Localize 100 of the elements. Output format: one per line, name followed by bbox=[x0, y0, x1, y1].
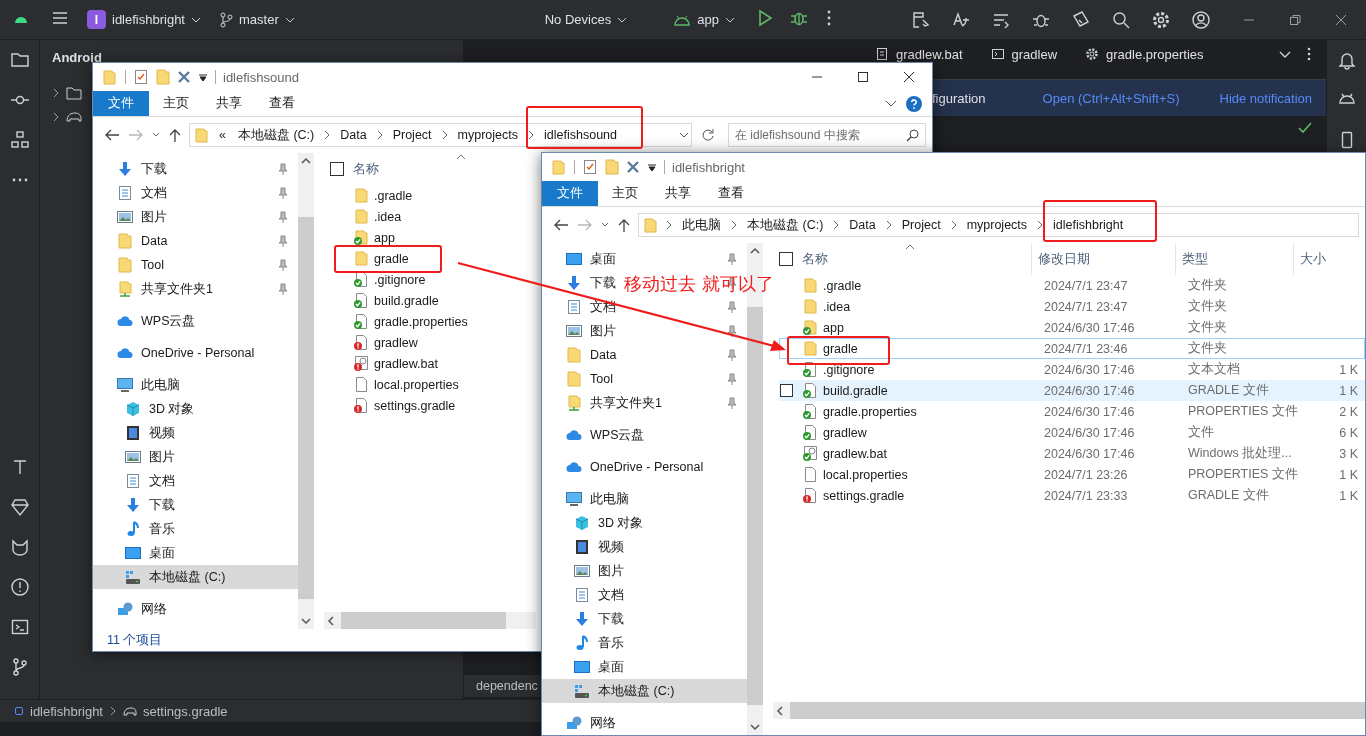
nav-item[interactable]: 文档 bbox=[93, 181, 171, 205]
nav-item[interactable]: 3D 对象 bbox=[93, 397, 199, 421]
account-icon[interactable] bbox=[1190, 9, 1211, 30]
nav-item[interactable]: 桌面 bbox=[542, 655, 628, 679]
nav-item[interactable]: 共享文件夹1 bbox=[93, 277, 217, 301]
notification-link[interactable]: Open (Ctrl+Alt+Shift+S) bbox=[1042, 90, 1180, 106]
structure-icon[interactable] bbox=[9, 130, 30, 150]
file-row[interactable]: gradle bbox=[330, 248, 530, 269]
nav-item[interactable]: OneDrive - Personal bbox=[93, 341, 259, 365]
file-row[interactable]: .idea 2024/7/1 23:47 文件夹 bbox=[779, 296, 1365, 317]
breadcrumb[interactable]: 本地磁盘 (C:) bbox=[744, 216, 827, 234]
notification-link[interactable]: Hide notification bbox=[1219, 90, 1312, 106]
nav-item[interactable]: 音乐 bbox=[93, 517, 179, 541]
file-row[interactable]: gradle.properties 2024/6/30 17:46 PROPERTIES 文件 2 K bbox=[779, 401, 1365, 422]
up-icon[interactable] bbox=[616, 217, 632, 233]
nav-item[interactable]: Tool bbox=[93, 253, 168, 277]
help-icon[interactable] bbox=[906, 95, 922, 112]
file-row[interactable]: build.gradle bbox=[330, 290, 530, 311]
ribbon-tab[interactable]: 主页 bbox=[598, 181, 651, 206]
terminal-icon[interactable] bbox=[9, 617, 30, 637]
nav-item[interactable]: 图片 bbox=[542, 319, 620, 343]
breadcrumb[interactable]: idlefishbright bbox=[1050, 218, 1127, 232]
gem-icon[interactable] bbox=[9, 497, 30, 517]
file-row[interactable]: gradle 2024/7/1 23:46 文件夹 bbox=[779, 338, 1365, 359]
nav-item[interactable]: 桌面 bbox=[93, 541, 179, 565]
back-icon[interactable] bbox=[103, 127, 121, 143]
nav-item[interactable]: 共享文件夹1 bbox=[542, 391, 666, 415]
file-row[interactable]: .gitignore bbox=[330, 269, 530, 290]
column-header[interactable]: 名称 bbox=[347, 153, 523, 185]
breadcrumb[interactable]: 此电脑 bbox=[679, 216, 724, 234]
settings-icon[interactable] bbox=[1150, 9, 1171, 30]
column-header[interactable]: 类型 bbox=[1176, 243, 1294, 275]
ribbon-tab[interactable]: 查看 bbox=[255, 91, 308, 116]
ribbon-tab[interactable]: 共享 bbox=[651, 181, 704, 206]
column-header[interactable]: 大小 bbox=[1294, 243, 1354, 275]
file-row[interactable]: settings.gradle 2024/7/1 23:33 GRADLE 文件 1 K bbox=[779, 485, 1365, 506]
nav-item[interactable]: 此电脑 bbox=[542, 487, 633, 511]
properties-icon[interactable] bbox=[582, 159, 598, 175]
select-all-checkbox[interactable] bbox=[779, 252, 793, 266]
breadcrumb[interactable]: Data bbox=[337, 128, 370, 142]
warning-circle-icon[interactable] bbox=[9, 577, 30, 597]
nav-item[interactable]: 下载 bbox=[93, 493, 179, 517]
breadcrumb[interactable]: Project bbox=[898, 218, 944, 232]
nav-item[interactable]: 下载 bbox=[542, 271, 620, 295]
file-row[interactable]: local.properties bbox=[330, 374, 530, 395]
file-row[interactable]: local.properties 2024/7/1 23:26 PROPERTIES 文件 1 K bbox=[779, 464, 1365, 485]
nav-item[interactable]: Data bbox=[542, 343, 621, 367]
nav-item[interactable]: OneDrive - Personal bbox=[542, 455, 708, 479]
breadcrumb[interactable]: settings.gradle bbox=[143, 703, 228, 719]
breadcrumb[interactable]: idlefishsound bbox=[541, 128, 620, 142]
file-row[interactable]: .idea bbox=[330, 206, 530, 227]
delete-icon[interactable] bbox=[177, 70, 191, 84]
nav-item[interactable]: 下载 bbox=[542, 607, 628, 631]
column-header[interactable]: 名称 bbox=[796, 243, 1032, 275]
nav-item[interactable]: WPS云盘 bbox=[542, 423, 649, 447]
ribbon-tab[interactable]: 文件 bbox=[93, 91, 149, 116]
nav-item[interactable]: Tool bbox=[542, 367, 617, 391]
file-row[interactable]: .gitignore 2024/6/30 17:46 文本文档 1 K bbox=[779, 359, 1365, 380]
breadcrumb[interactable]: Project bbox=[389, 128, 435, 142]
breadcrumb[interactable]: myprojects bbox=[454, 128, 521, 142]
up-icon[interactable] bbox=[167, 127, 183, 143]
editor-tab[interactable]: gradlew.bat bbox=[875, 46, 963, 62]
folder-icon[interactable] bbox=[9, 50, 30, 70]
editor-tab[interactable]: gradlew bbox=[990, 46, 1058, 62]
column-header[interactable]: 修改日期 bbox=[1032, 243, 1176, 275]
file-row[interactable]: app bbox=[330, 227, 530, 248]
notifications-icon[interactable] bbox=[1336, 50, 1357, 70]
file-row[interactable]: .gradle 2024/7/1 23:47 文件夹 bbox=[779, 275, 1365, 296]
nav-item[interactable]: 视频 bbox=[542, 535, 628, 559]
nav-item[interactable]: 图片 bbox=[542, 559, 628, 583]
file-row[interactable]: gradlew.bat 2024/6/30 17:46 Windows 批处理... 3 K bbox=[779, 443, 1365, 464]
customize-arrow-icon[interactable] bbox=[647, 162, 657, 172]
horizontal-scrollbar[interactable] bbox=[773, 702, 1365, 719]
nav-item[interactable]: 网络 bbox=[542, 711, 620, 735]
file-row[interactable]: settings.gradle bbox=[330, 395, 530, 416]
nav-item[interactable]: WPS云盘 bbox=[93, 309, 200, 333]
breadcrumb[interactable]: idlefishbright bbox=[30, 703, 103, 719]
ribbon-tab[interactable]: 共享 bbox=[202, 91, 255, 116]
horizontal-scrollbar[interactable] bbox=[324, 612, 536, 629]
customize-arrow-icon[interactable] bbox=[198, 72, 208, 82]
nav-item[interactable]: 音乐 bbox=[542, 631, 628, 655]
vertical-scrollbar[interactable] bbox=[298, 153, 314, 629]
address-bar[interactable]: 此电脑 本地磁盘 (C:) Data Project myprojects idlefishbright bbox=[638, 213, 1359, 237]
file-row[interactable]: gradlew 2024/6/30 17:46 文件 6 K bbox=[779, 422, 1365, 443]
nav-item[interactable]: 本地磁盘 (C:) bbox=[542, 679, 747, 703]
cat-icon[interactable] bbox=[9, 537, 30, 557]
file-row[interactable]: build.gradle 2024/6/30 17:46 GRADLE 文件 1 K bbox=[779, 380, 1365, 401]
device-selector[interactable]: No Devices bbox=[544, 12, 628, 27]
back-icon[interactable] bbox=[552, 217, 570, 233]
nav-item[interactable]: 下载 bbox=[93, 157, 171, 181]
nav-item[interactable]: 此电脑 bbox=[93, 373, 184, 397]
file-row[interactable]: app 2024/6/30 17:46 文件夹 bbox=[779, 317, 1365, 338]
delete-icon[interactable] bbox=[626, 160, 640, 174]
search-icon[interactable] bbox=[1110, 9, 1131, 30]
checkbox[interactable] bbox=[780, 384, 793, 397]
file-row[interactable]: gradlew bbox=[330, 332, 530, 353]
project-selector[interactable]: I idlefishbright bbox=[87, 10, 201, 29]
breadcrumb[interactable]: 本地磁盘 (C:) bbox=[234, 126, 318, 144]
nav-item[interactable]: 本地磁盘 (C:) bbox=[93, 565, 298, 589]
nav-item[interactable]: 图片 bbox=[93, 445, 179, 469]
